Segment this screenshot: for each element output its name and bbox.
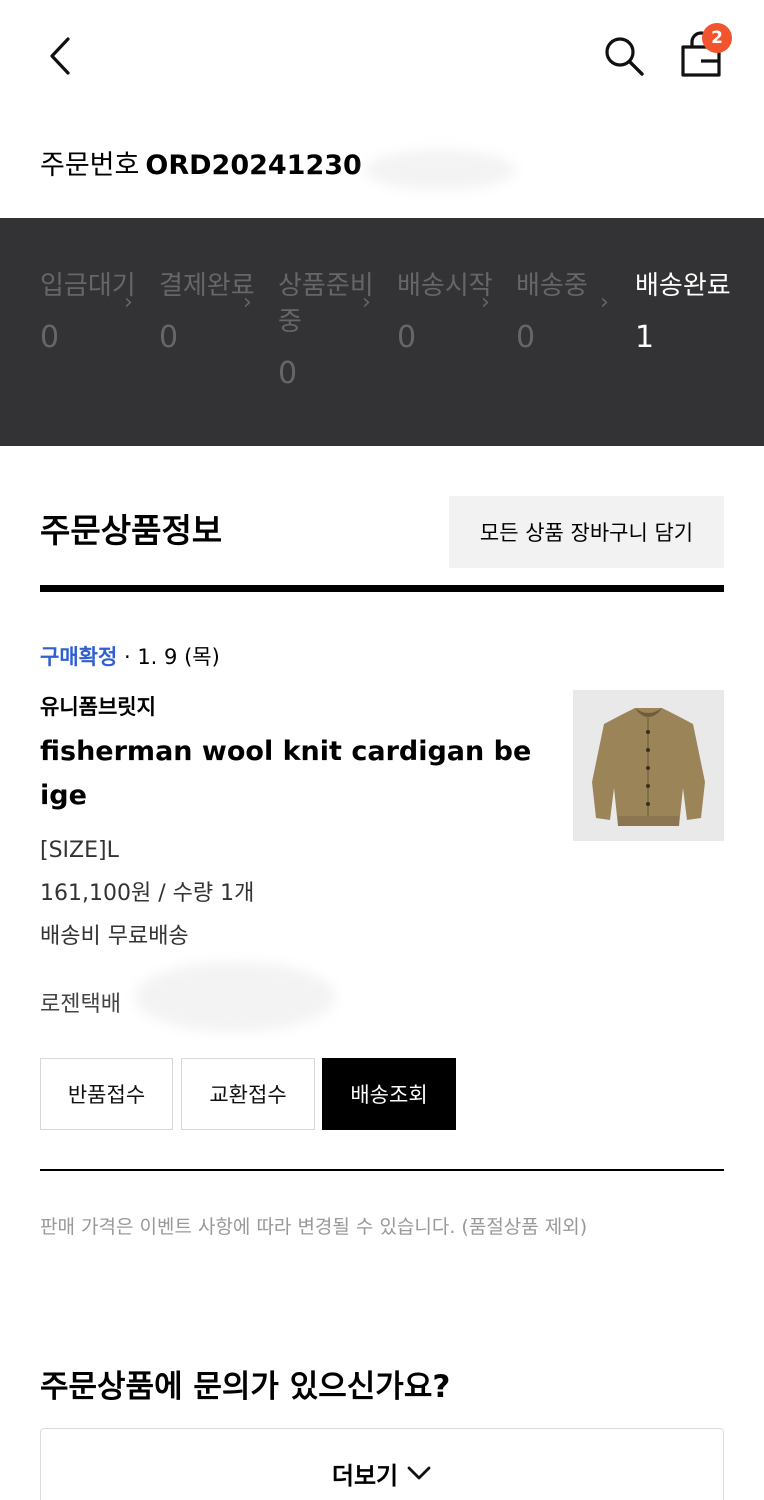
chevron-left-icon (50, 37, 70, 75)
search-icon (605, 37, 644, 76)
chevron-right-icon: › (600, 290, 609, 315)
status-step-label: 입금대기 (40, 271, 136, 301)
status-step-preparing: 상품준비중 0 (278, 268, 374, 394)
more-button[interactable]: 더보기 (40, 1428, 724, 1500)
return-request-button[interactable]: 반품접수 (40, 1058, 173, 1130)
product-shipping-fee: 배송비 무료배송 (40, 924, 189, 949)
status-step-count: 1 (635, 320, 655, 355)
courier-name: 로젠택배 (40, 992, 121, 1017)
purchase-status: 구매확정 (40, 645, 118, 669)
chevron-right-icon: › (243, 290, 252, 315)
add-all-to-cart-button[interactable]: 모든 상품 장바구니 담기 (449, 496, 724, 568)
top-app-bar: 2 (0, 0, 764, 110)
product-size: [SIZE]L (40, 838, 119, 863)
status-step-in-transit: 배송중 0 (516, 268, 612, 358)
product-brand[interactable]: 유니폼브릿지 (40, 692, 156, 722)
redaction-mark (365, 150, 515, 190)
order-number: 주문번호 ORD20241230 (40, 146, 362, 186)
chevron-right-icon: › (481, 290, 490, 315)
status-step-count: 0 (278, 356, 298, 391)
cardigan-image (573, 690, 724, 841)
purchase-status-date: · 1. 9 (목) (123, 645, 220, 669)
product-price-quantity: 161,100원 / 수량 1개 (40, 881, 255, 906)
status-step-paid: 결제완료 0 (159, 268, 255, 358)
search-button[interactable] (600, 32, 648, 80)
status-step-label: 결제완료 (159, 271, 255, 301)
back-button[interactable] (40, 32, 80, 80)
chevron-down-icon (407, 1466, 431, 1480)
chevron-right-icon: › (362, 290, 371, 315)
divider (40, 1169, 724, 1171)
status-step-label: 배송시작 (397, 271, 493, 301)
track-shipment-button[interactable]: 배송조회 (322, 1058, 456, 1130)
status-step-delivered: 배송완료 1 (635, 268, 731, 358)
product-name[interactable]: fisherman wool knit cardigan beige (40, 730, 540, 818)
product-image[interactable] (573, 690, 724, 841)
status-step-label: 배송완료 (635, 271, 731, 301)
status-step-count: 0 (159, 320, 179, 355)
more-button-label: 더보기 (331, 1461, 399, 1490)
order-number-label: 주문번호 (40, 150, 140, 181)
status-step-label: 상품준비중 (278, 271, 374, 337)
order-items-title: 주문상품정보 (40, 511, 223, 550)
chevron-right-icon: › (124, 290, 133, 315)
status-step-count: 0 (397, 320, 417, 355)
status-step-count: 0 (516, 320, 536, 355)
status-step-payment-waiting: 입금대기 0 (40, 268, 136, 358)
status-step-shipping-started: 배송시작 0 (397, 268, 493, 358)
cart-count-badge: 2 (702, 23, 732, 53)
section-divider (40, 585, 724, 592)
exchange-request-button[interactable]: 교환접수 (181, 1058, 315, 1130)
purchase-status-line: 구매확정 · 1. 9 (목) (40, 642, 220, 672)
order-number-value: ORD20241230 (145, 150, 362, 181)
status-step-count: 0 (40, 320, 60, 355)
price-notice: 판매 가격은 이벤트 사항에 따라 변경될 수 있습니다. (품절상품 제외) (40, 1216, 588, 1238)
redaction-mark (135, 962, 335, 1032)
status-step-label: 배송중 (516, 271, 588, 301)
inquiry-title: 주문상품에 문의가 있으신가요? (40, 1369, 451, 1405)
